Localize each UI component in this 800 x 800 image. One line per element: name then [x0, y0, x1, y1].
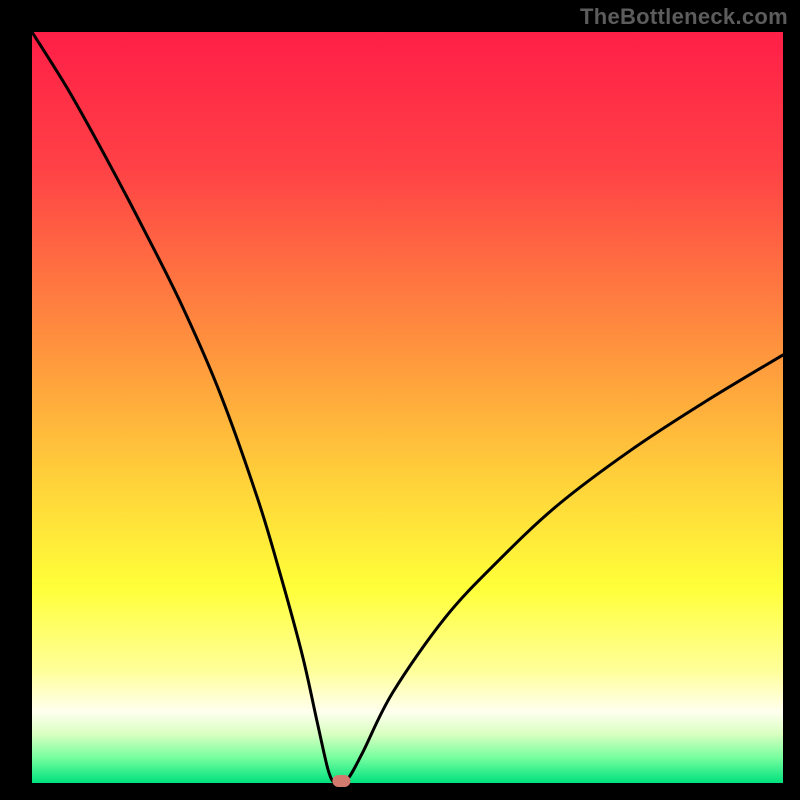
bottleneck-chart: [0, 0, 800, 800]
chart-frame: TheBottleneck.com: [0, 0, 800, 800]
optimal-point-marker: [332, 775, 350, 787]
watermark-text: TheBottleneck.com: [580, 4, 788, 30]
